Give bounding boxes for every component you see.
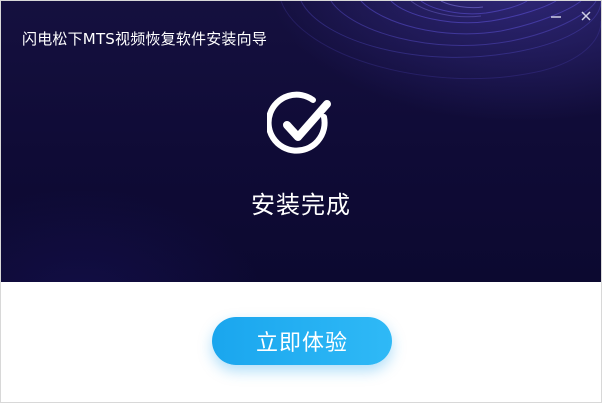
footer-panel: 立即体验: [1, 282, 601, 402]
header-panel: 闪电松下MTS视频恢复软件安装向导 安装完成: [1, 1, 601, 282]
minimize-icon: [551, 16, 561, 18]
checkmark-circle-icon: [267, 91, 331, 154]
try-now-button[interactable]: 立即体验: [212, 317, 392, 365]
close-button[interactable]: [579, 9, 593, 23]
installer-window: 闪电松下MTS视频恢复软件安装向导 安装完成 立即体验: [0, 0, 602, 403]
minimize-button[interactable]: [549, 9, 563, 23]
window-title: 闪电松下MTS视频恢复软件安装向导: [22, 30, 268, 48]
close-icon: [581, 11, 591, 21]
install-complete-text: 安装完成: [251, 191, 351, 219]
